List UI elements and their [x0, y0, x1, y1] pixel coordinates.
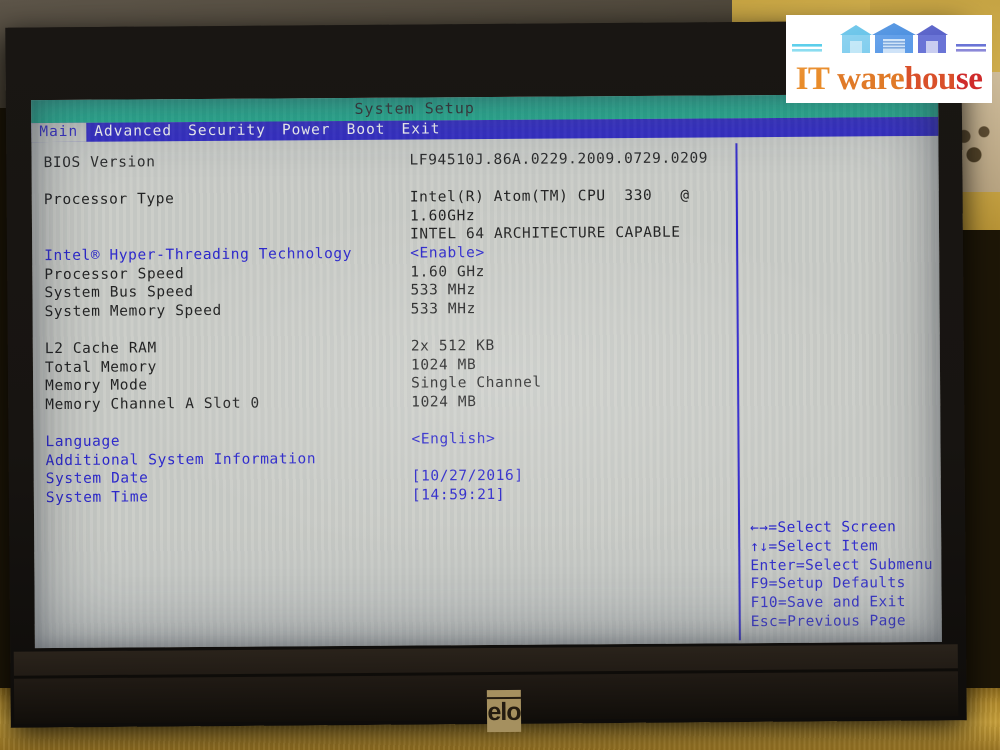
setting-label [44, 226, 410, 247]
setting-label: System Time [45, 489, 149, 506]
menu-tab-power[interactable]: Power [274, 121, 339, 140]
menu-tab-main[interactable]: Main [31, 122, 87, 143]
setting-value: 1024 MB [410, 356, 477, 374]
content-divider [735, 143, 741, 641]
setting-label: Intel® Hyper-Threading Technology [44, 245, 353, 265]
setting-label [44, 207, 410, 228]
warehouse-buildings-icon [792, 23, 986, 53]
setting-value: 2x 512 KB [410, 337, 495, 355]
setting-value: LF94510J.86A.0229.2009.0729.0209 [409, 150, 709, 169]
setting-value[interactable]: [10/27/2016] [412, 467, 524, 486]
watermark-text: IT warehouse [786, 59, 992, 99]
photo-scene: System Setup Main Advanced Security Power Bo… [0, 0, 1000, 750]
setting-label: Processor Type [43, 191, 175, 209]
watermark-text-it: IT [795, 61, 830, 97]
help-line-1: ↑↓=Select Item [750, 538, 879, 555]
setting-row-system-time[interactable]: System Time [14:59:21] [46, 484, 736, 507]
bios-screen: System Setup Main Advanced Security Power Bo… [31, 93, 942, 649]
bios-content-area: BIOS Version LF94510J.86A.0229.2009.0729.… [31, 136, 942, 648]
setting-value: INTEL 64 ARCHITECTURE CAPABLE [409, 225, 681, 243]
watermark-text-ware: ware [837, 61, 905, 97]
setting-value: 533 MHz [410, 282, 476, 299]
setting-value: 1024 MB [411, 393, 477, 411]
watermark-text-se: se [955, 61, 983, 97]
help-line-0: ←→=Select Screen [750, 519, 897, 537]
setting-label: BIOS Version [43, 154, 156, 172]
help-line-3: F9=Setup Defaults [750, 575, 906, 593]
monitor-bottom-bezel [13, 644, 959, 724]
setting-label: System Memory Speed [44, 302, 222, 320]
help-line-2: Enter=Select Submenu [750, 556, 934, 574]
setting-label: Memory Channel A Slot 0 [45, 395, 260, 413]
help-line-4: F10=Save and Exit [750, 594, 906, 612]
setting-value: 1.60 GHz [410, 263, 486, 281]
it-warehouse-watermark: IT warehouse [786, 15, 992, 103]
menu-tab-exit[interactable]: Exit [393, 120, 448, 139]
menu-tab-security[interactable]: Security [180, 121, 274, 141]
setting-value: Single Channel [411, 374, 542, 392]
help-panel: ←→=Select Screen ↑↓=Select Item Enter=Sele… [750, 518, 941, 632]
setting-value: 1.60GHz [409, 207, 476, 225]
setting-value[interactable]: [14:59:21] [412, 486, 505, 505]
setting-value[interactable]: <English> [411, 430, 495, 449]
elo-logo-text: elo [487, 696, 521, 727]
help-line-5: Esc=Previous Page [750, 613, 907, 631]
setting-value: 533 MHz [410, 300, 476, 318]
watermark-text-hou: hou [904, 61, 956, 97]
setting-value: Intel(R) Atom(TM) CPU 330 @ [409, 187, 690, 206]
settings-list: BIOS Version LF94510J.86A.0229.2009.0729.… [43, 149, 735, 507]
menu-tab-boot[interactable]: Boot [339, 121, 394, 140]
setting-value[interactable]: <Enable> [410, 244, 485, 263]
menu-tab-advanced[interactable]: Advanced [86, 122, 180, 142]
watermark-space [829, 61, 837, 97]
elo-brand-badge: elo [486, 689, 522, 733]
